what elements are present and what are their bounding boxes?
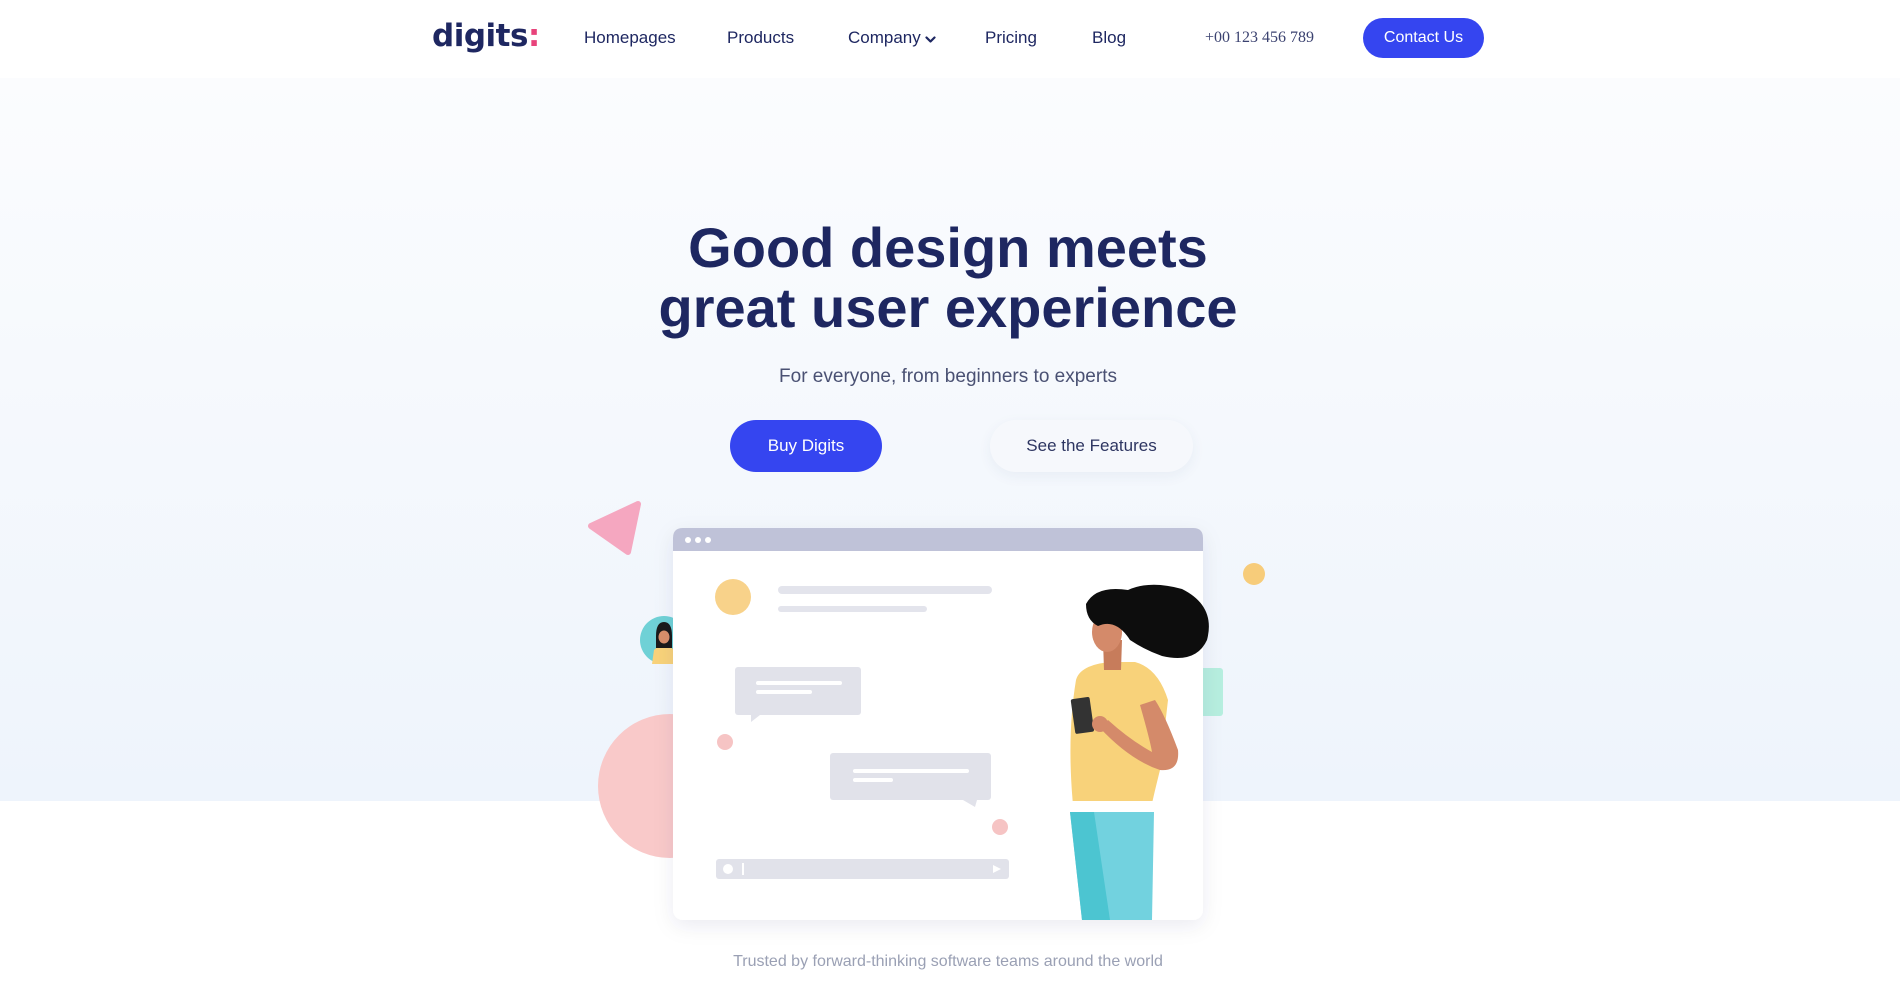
hero-background [0,78,1900,801]
hero-title-line-2: great user experience [658,276,1238,339]
nav-blog[interactable]: Blog [1092,28,1126,48]
woman-legs [1070,812,1154,920]
brand-logo[interactable]: digits: [432,18,540,54]
hero-title-line-1: Good design meets [688,216,1208,279]
hero-subtitle: For everyone, from beginners to experts [779,366,1117,387]
nav-homepages[interactable]: Homepages [584,28,676,48]
nav-company[interactable]: Company [848,28,936,49]
hero-title: Good design meets great user experience [0,218,1896,338]
site-header: digits: Homepages Products Company Prici… [0,0,1900,78]
chevron-down-icon [925,29,936,49]
phone-link[interactable]: +00 123 456 789 [1205,29,1314,47]
buy-digits-button[interactable]: Buy Digits [730,420,882,472]
see-features-button[interactable]: See the Features [990,420,1193,472]
nav-products[interactable]: Products [727,28,794,48]
contact-us-button[interactable]: Contact Us [1363,18,1484,58]
nav-pricing[interactable]: Pricing [985,28,1037,48]
trusted-by-text: Trusted by forward-thinking software tea… [733,953,1163,970]
nav-company-label: Company [848,28,921,47]
